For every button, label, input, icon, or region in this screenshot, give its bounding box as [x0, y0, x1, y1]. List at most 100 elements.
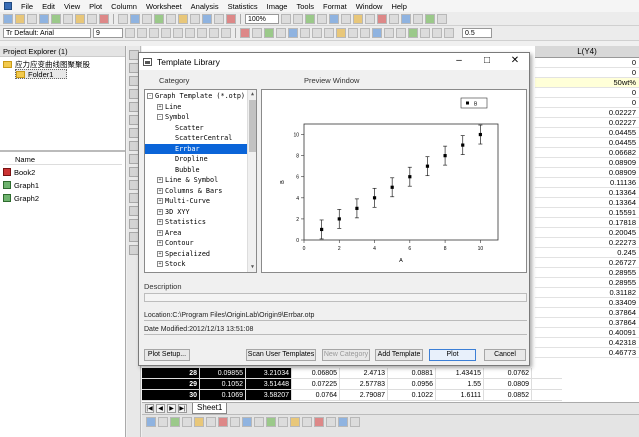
- plot-button[interactable]: Plot: [429, 349, 476, 361]
- tree-item[interactable]: +3D XYY: [145, 207, 249, 218]
- table-cell[interactable]: 0.0764: [292, 390, 340, 400]
- align-left-icon[interactable]: [197, 28, 207, 38]
- table-cell[interactable]: 50wt%: [535, 78, 639, 88]
- table-cell[interactable]: 0.02227: [535, 108, 639, 118]
- histogram-icon[interactable]: [242, 417, 252, 427]
- scale-icon[interactable]: [128, 76, 139, 86]
- print-icon[interactable]: [118, 13, 128, 24]
- row-number[interactable]: 28: [142, 368, 200, 378]
- table-cell[interactable]: 0.1069: [200, 390, 246, 400]
- tree-item[interactable]: + Columns & Bars: [145, 186, 249, 197]
- region-tool-icon[interactable]: [128, 245, 139, 255]
- data-selector-icon[interactable]: [128, 115, 139, 125]
- column-header[interactable]: L(Y4): [535, 46, 639, 58]
- arrow-icon[interactable]: [312, 28, 322, 38]
- table-cell[interactable]: 0.245: [535, 248, 639, 258]
- explorer-icon[interactable]: [226, 13, 236, 24]
- tree-item[interactable]: ScatterCentral: [145, 133, 249, 144]
- zoom-out-icon[interactable]: [293, 13, 303, 24]
- table-cell[interactable]: 0.0852: [484, 390, 532, 400]
- batch-icon[interactable]: [166, 13, 176, 24]
- pie-icon[interactable]: [348, 28, 358, 38]
- scatter-plot-icon[interactable]: [158, 417, 168, 427]
- tree-item[interactable]: Dropline: [145, 154, 249, 165]
- refresh-icon[interactable]: [130, 13, 140, 24]
- italic-icon[interactable]: [137, 28, 147, 38]
- fill-icon[interactable]: [413, 13, 423, 24]
- add-template-button[interactable]: Add Template: [375, 349, 423, 361]
- tab-next-icon[interactable]: ▶: [167, 404, 176, 413]
- stat-icon[interactable]: [408, 28, 418, 38]
- layer-icon[interactable]: [401, 13, 411, 24]
- column-plot-icon[interactable]: [182, 417, 192, 427]
- ternary-plot-icon[interactable]: [290, 417, 300, 427]
- table-cell[interactable]: 2.4713: [340, 368, 388, 378]
- table-row[interactable]: 29 0.1052 3.51448 0.07225 2.57783 0.0956 1.55 0…: [142, 379, 562, 390]
- rect-tool-icon[interactable]: [128, 206, 139, 216]
- new-category-button[interactable]: New Category: [322, 349, 370, 361]
- table-cell[interactable]: 0.0762: [484, 368, 532, 378]
- new-project-icon[interactable]: [3, 13, 13, 24]
- scan-user-templates-button[interactable]: Scan User Templates: [246, 349, 316, 361]
- new-matrix-icon[interactable]: [63, 13, 73, 24]
- menu-help[interactable]: Help: [391, 2, 406, 11]
- vector-plot-icon[interactable]: [326, 417, 336, 427]
- table-cell[interactable]: 0.0809: [484, 379, 532, 389]
- extract-icon[interactable]: [353, 13, 363, 24]
- expand-icon[interactable]: +: [157, 187, 163, 194]
- whole-page-icon[interactable]: [305, 13, 315, 24]
- expand-icon[interactable]: +: [157, 229, 163, 236]
- area-icon[interactable]: [396, 28, 406, 38]
- table-cell[interactable]: 0.09855: [200, 368, 246, 378]
- align-right-icon[interactable]: [221, 28, 231, 38]
- table-cell[interactable]: 2.57783: [340, 379, 388, 389]
- save-icon[interactable]: [27, 13, 37, 24]
- table-cell[interactable]: 0.08909: [535, 168, 639, 178]
- table-cell[interactable]: 0.13364: [535, 188, 639, 198]
- menu-plot[interactable]: Plot: [89, 2, 102, 11]
- table-cell[interactable]: 2.79087: [340, 390, 388, 400]
- cancel-button[interactable]: Cancel: [484, 349, 526, 361]
- table-cell[interactable]: 0.31182: [535, 288, 639, 298]
- table-cell[interactable]: 0.04455: [535, 138, 639, 148]
- menu-analysis[interactable]: Analysis: [191, 2, 219, 11]
- table-cell[interactable]: 0.07225: [292, 379, 340, 389]
- table-cell[interactable]: 0.08909: [535, 158, 639, 168]
- table-cell[interactable]: 0: [535, 68, 639, 78]
- list-item[interactable]: Graph1: [3, 180, 122, 190]
- tab-sheet1[interactable]: Sheet1: [192, 403, 228, 414]
- tree-folder[interactable]: Folder1: [15, 69, 67, 79]
- table-cell[interactable]: 3.21034: [246, 368, 292, 378]
- table-cell[interactable]: 0.37864: [535, 318, 639, 328]
- grid-icon[interactable]: [437, 13, 447, 24]
- ellipse-tool-icon[interactable]: [128, 219, 139, 229]
- scroll-up-icon[interactable]: ▲: [248, 90, 256, 99]
- list-item[interactable]: Graph2: [3, 193, 122, 203]
- polygon-tool-icon[interactable]: [128, 232, 139, 242]
- script-icon[interactable]: [190, 13, 200, 24]
- box-icon[interactable]: [360, 28, 370, 38]
- template-icon[interactable]: [178, 13, 188, 24]
- color-scale-icon[interactable]: [389, 13, 399, 24]
- tree-item[interactable]: + Area: [145, 228, 249, 239]
- table-cell[interactable]: 0.40091: [535, 328, 639, 338]
- table-row[interactable]: 28 0.09855 3.21034 0.06805 2.4713 0.0881 1.434…: [142, 368, 562, 379]
- new-workbook-icon[interactable]: [39, 13, 49, 24]
- table-cell[interactable]: 0.15591: [535, 208, 639, 218]
- pie-plot-icon[interactable]: [218, 417, 228, 427]
- draw-data-icon[interactable]: [128, 141, 139, 151]
- duplicate-icon[interactable]: [142, 13, 152, 24]
- align-center-icon[interactable]: [209, 28, 219, 38]
- tree-item[interactable]: + Contour: [145, 238, 249, 249]
- bold-icon[interactable]: [125, 28, 135, 38]
- table-cell[interactable]: 0.02227: [535, 118, 639, 128]
- table-cell[interactable]: 0: [535, 58, 639, 68]
- menu-format[interactable]: Format: [323, 2, 347, 11]
- command-window-icon[interactable]: [214, 13, 224, 24]
- import-icon[interactable]: [87, 13, 97, 24]
- screen-reader-icon[interactable]: [128, 89, 139, 99]
- tree-item[interactable]: Bubble: [145, 165, 249, 176]
- menu-worksheet[interactable]: Worksheet: [146, 2, 182, 11]
- scroll-down-icon[interactable]: ▼: [248, 263, 256, 272]
- row-number[interactable]: 30: [142, 390, 200, 400]
